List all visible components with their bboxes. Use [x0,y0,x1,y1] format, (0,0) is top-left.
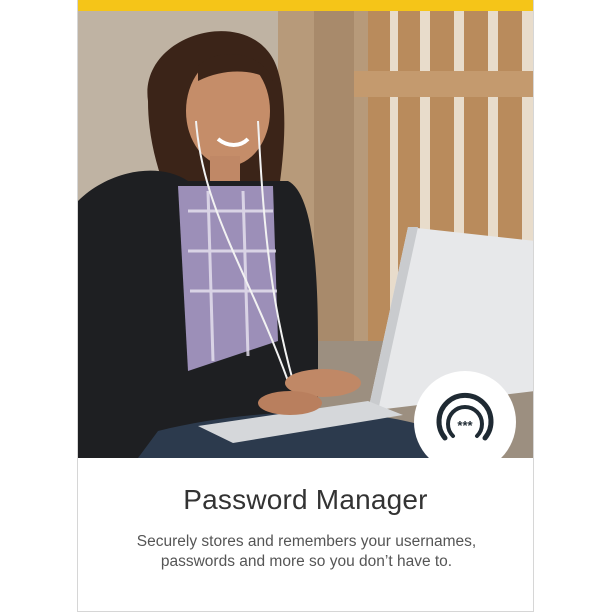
product-description: Securely stores and remembers your usern… [136,533,477,570]
accent-bar [78,0,533,11]
password-masked-icon: *** [436,392,494,441]
product-title: Password Manager [183,484,428,515]
masked-text: *** [457,418,473,433]
product-card: *** Password Manager Securely stores and… [77,0,534,612]
password-badge: *** [414,371,516,473]
